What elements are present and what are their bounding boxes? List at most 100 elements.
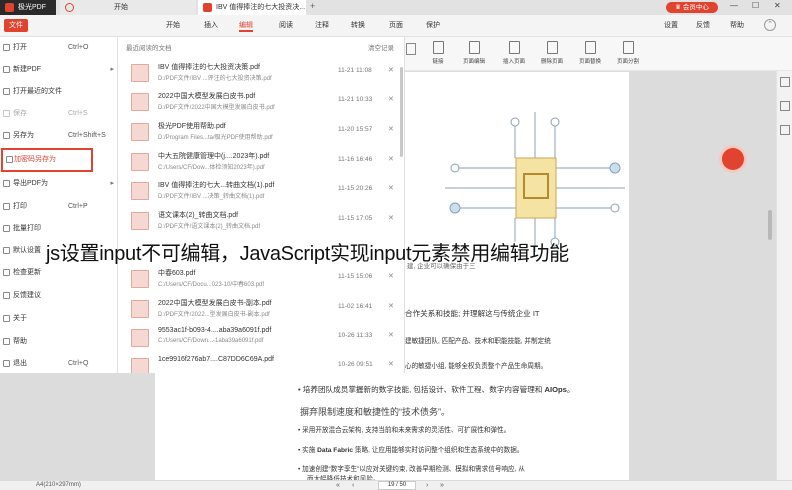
replace-page-button[interactable]: 页面替换 [572, 41, 608, 65]
feedback-icon [3, 292, 10, 299]
new-file-icon [3, 66, 10, 73]
link-icon [432, 41, 444, 54]
list-item[interactable]: 2022中国大模型发展白皮书.pdf D:/PDF文件/2022中国大模型发展白皮… [122, 87, 402, 114]
doc-line: 建敏捷团队, 匹配产品、技术和职能技能, 并制定统 [405, 338, 551, 345]
menu-convert[interactable]: 转换 [351, 19, 365, 32]
file-date: 11-15 20:26 [338, 185, 373, 192]
list-item[interactable]: IBV 值得捧注的七大投资决策.pdf D:/PDF文件/IBV ...评注的七大… [122, 58, 402, 85]
list-item[interactable]: 中春603.pdf C:/Users/CF/Docu...023-10/中春603… [122, 264, 402, 291]
insert-page-button[interactable]: 插入页面 [496, 41, 532, 65]
menu-read[interactable]: 阅读 [279, 19, 293, 32]
vip-button[interactable]: ♛ 会员中心 [666, 2, 718, 13]
menu-open[interactable]: 打开 Ctrl+O [0, 37, 118, 59]
pdf-icon [203, 3, 212, 12]
doc-bullet: • 加速创建“数字孪生”以应对关键约束, 改善早期检测、模拟和需求信号响应, 从 [298, 466, 525, 473]
chevron-right-icon: ▸ [110, 180, 114, 187]
replace-page-icon [584, 41, 596, 54]
split-page-button[interactable]: 页面分割 [610, 41, 646, 65]
close-icon[interactable]: ✕ [388, 214, 394, 222]
file-menu-button[interactable]: 文件 [4, 19, 28, 32]
menu-help[interactable]: 帮助 [730, 19, 744, 32]
pdf-file-icon [131, 300, 149, 318]
maximize-button[interactable]: ☐ [752, 1, 759, 10]
app-tab[interactable]: 极光PDF [0, 0, 56, 15]
close-icon[interactable]: ✕ [388, 184, 394, 192]
page-number-input[interactable]: 19 / 50 [378, 481, 416, 490]
menu-save[interactable]: 保存 Ctrl+S [0, 103, 118, 125]
file-path: D:/PDF文件/2022中国大模型发展白皮书.pdf [158, 105, 275, 111]
menu-annotate[interactable]: 注释 [315, 19, 329, 32]
list-item[interactable]: 2022中国大模型发展白皮书-副本.pdf D:/PDF文件/2022...型发展… [122, 294, 402, 321]
menu-feedback-item[interactable]: 反馈建议 [0, 285, 118, 307]
list-item[interactable]: 9553ac1f-b093-4....aba39a6091f.pdf C:/Use… [122, 323, 402, 350]
first-page-icon[interactable]: « [336, 481, 340, 490]
delete-page-button[interactable]: 删除页面 [534, 41, 570, 65]
crown-icon: ♛ [675, 4, 681, 11]
menu-protect[interactable]: 保护 [426, 19, 440, 32]
prev-page-icon[interactable]: ‹ [352, 481, 354, 490]
menu-label: 新建PDF [13, 66, 41, 73]
menu-recent[interactable]: 打开最近的文件 [0, 81, 118, 103]
list-item[interactable]: 极光PDF使用帮助.pdf D:/Program Files...ta/极光PDF… [122, 117, 402, 144]
scrollbar-thumb[interactable] [768, 210, 772, 240]
menu-page[interactable]: 页面 [389, 19, 403, 32]
menu-label: 检查更新 [13, 269, 41, 276]
list-item[interactable]: IBV 值得捧注的七大...转曲文档(1).pdf D:/PDF文件/IBV ..… [122, 176, 402, 203]
menu-edit[interactable]: 编辑 [239, 19, 253, 32]
close-icon[interactable]: ✕ [388, 360, 394, 368]
add-tab-button[interactable]: + [310, 1, 315, 11]
tab-label: IBV 值得捧注的七大投资决... [216, 4, 306, 11]
menu-about[interactable]: 关于 [0, 308, 118, 330]
translate-icon[interactable] [780, 101, 790, 111]
page-edit-button[interactable]: 页面编辑 [456, 41, 492, 65]
menu-start[interactable]: 开始 [166, 19, 180, 32]
list-item[interactable]: 1ce9916f276ab7....C87DD6C69A.pdf 10-26 09… [122, 352, 402, 373]
pdf-file-icon [131, 123, 149, 141]
close-button[interactable]: ✕ [774, 1, 781, 10]
collapse-icon[interactable]: ⌃ [764, 19, 776, 31]
crop-icon[interactable] [406, 43, 416, 55]
close-icon[interactable]: ✕ [388, 95, 394, 103]
close-icon[interactable]: ✕ [388, 302, 394, 310]
menu-label: 另存为 [13, 132, 34, 139]
menu-print[interactable]: 打印 Ctrl+P [0, 196, 118, 218]
file-name: 9553ac1f-b093-4....aba39a6091f.pdf [158, 327, 272, 334]
menu-save-as[interactable]: 另存为 Ctrl+Shift+S [0, 125, 118, 147]
status-bar: A4(210×297mm) « ‹ 19 / 50 › » [0, 480, 792, 490]
close-icon[interactable]: ✕ [388, 155, 394, 163]
doc-bullet: • 培养团队成员掌握新的数字技能, 包括设计、软件工程、数字内容管理和 AIOp… [298, 385, 575, 394]
menu-export[interactable]: 导出PDF为 ▸ [0, 173, 118, 195]
close-icon[interactable]: ✕ [388, 272, 394, 280]
menu-feedback[interactable]: 反馈 [696, 19, 710, 32]
menu-label: 帮助 [13, 338, 27, 345]
menu-new-pdf[interactable]: 新建PDF ▸ [0, 59, 118, 81]
menu-exit[interactable]: 退出 Ctrl+Q [0, 353, 118, 375]
menu-insert[interactable]: 插入 [204, 19, 218, 32]
last-page-icon[interactable]: » [440, 481, 444, 490]
close-icon[interactable]: ✕ [388, 66, 394, 74]
minimize-button[interactable]: — [730, 1, 738, 10]
doc-line: 合作关系和技能; 并理解这与传统企业 IT [405, 309, 540, 318]
thumbnail-icon[interactable] [780, 77, 790, 87]
properties-icon[interactable] [780, 125, 790, 135]
link-button[interactable]: 链接 [420, 41, 456, 65]
pdf-file-icon [131, 358, 149, 373]
menu-label: 退出 [13, 360, 27, 367]
pdf-file-icon [131, 182, 149, 200]
doc-bullet: • 采用开放混合云架构, 支持当前和未来需求的灵活性、可扩展性和弹性。 [298, 427, 511, 434]
close-icon[interactable]: ✕ [388, 125, 394, 133]
clear-records-link[interactable]: 清空记录 [368, 42, 394, 52]
settings-icon [3, 247, 10, 254]
tab-start[interactable]: 开始 [60, 0, 196, 15]
menu-help-item[interactable]: 帮助 [0, 331, 118, 353]
exit-icon [3, 360, 10, 367]
tab-document[interactable]: IBV 值得捧注的七大投资决... [198, 0, 306, 15]
next-page-icon[interactable]: › [426, 481, 428, 490]
list-item[interactable]: 语文课本(2)_转曲文档.pdf D:/PDF文件/语文课本(2)_转曲文档.pd… [122, 206, 402, 233]
bullet-text: 采用开放混合云架构, 支持当前和未来需求的灵活性、可扩展性和弹性。 [302, 427, 511, 434]
list-item[interactable]: 中大五院健康管理中(j....2023年).pdf C:/Users/CF/Dow… [122, 147, 402, 174]
menu-save-with-password[interactable]: 加密码另存为 [1, 148, 93, 172]
assistant-button[interactable] [722, 148, 744, 170]
menu-settings[interactable]: 设置 [664, 19, 678, 32]
close-icon[interactable]: ✕ [388, 331, 394, 339]
